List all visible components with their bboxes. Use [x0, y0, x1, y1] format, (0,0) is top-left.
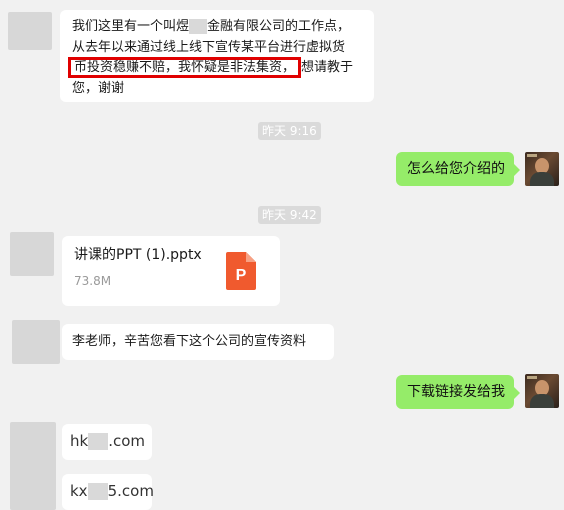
sender-avatar[interactable]: [10, 232, 54, 276]
message-text: 下载链接发给我: [407, 384, 505, 400]
sender-avatar[interactable]: [12, 320, 60, 364]
file-card[interactable]: 讲课的PPT (1).pptx 73.8M P: [62, 236, 280, 306]
message-text: 李老师，辛苦您看下这个公司的宣传资料: [72, 334, 307, 349]
highlighted-text: 币投资稳赚不赔，我怀疑是非法集资，: [68, 57, 302, 78]
file-name: 讲课的PPT (1).pptx: [74, 247, 202, 263]
message-line: 您，谢谢: [72, 81, 125, 96]
link-text[interactable]: hk .com: [70, 433, 145, 450]
sender-avatar[interactable]: [8, 12, 52, 50]
bubble-tail: [514, 164, 520, 176]
own-message-bubble[interactable]: 下载链接发给我: [396, 375, 520, 409]
link-text[interactable]: kx 5.com: [70, 483, 154, 500]
message-bubble[interactable]: 我们这里有一个叫煜 金融有限公司的工作点， 从去年以来通过线上线下宣传某平台进行虚…: [60, 10, 374, 102]
file-icon-letter: P: [236, 267, 247, 284]
message-line: 币投资稳赚不赔，我怀疑是非法集资， 想请教于: [68, 57, 353, 78]
own-avatar[interactable]: [525, 374, 559, 408]
redacted-text: [189, 19, 208, 34]
redacted-text: [88, 433, 109, 450]
link-message-bubble[interactable]: hk .com: [62, 424, 152, 460]
message-line: 我们这里有一个叫煜 金融有限公司的工作点，: [72, 19, 351, 34]
file-size: 73.8M: [74, 274, 112, 288]
sender-avatar[interactable]: [10, 422, 56, 510]
message-line: 从去年以来通过线上线下宣传某平台进行虚拟货: [72, 40, 346, 55]
link-message-bubble[interactable]: kx 5.com: [62, 474, 154, 510]
own-avatar[interactable]: [525, 152, 559, 186]
message-bubble[interactable]: 李老师，辛苦您看下这个公司的宣传资料: [62, 324, 334, 360]
redacted-text: [87, 483, 108, 500]
pptx-file-icon: P: [226, 252, 256, 290]
timestamp: 昨天 9:42: [258, 206, 321, 224]
message-text: 怎么给您介绍的: [407, 161, 505, 177]
own-message-bubble[interactable]: 怎么给您介绍的: [396, 152, 520, 186]
bubble-tail: [514, 387, 520, 399]
timestamp: 昨天 9:16: [258, 122, 321, 140]
